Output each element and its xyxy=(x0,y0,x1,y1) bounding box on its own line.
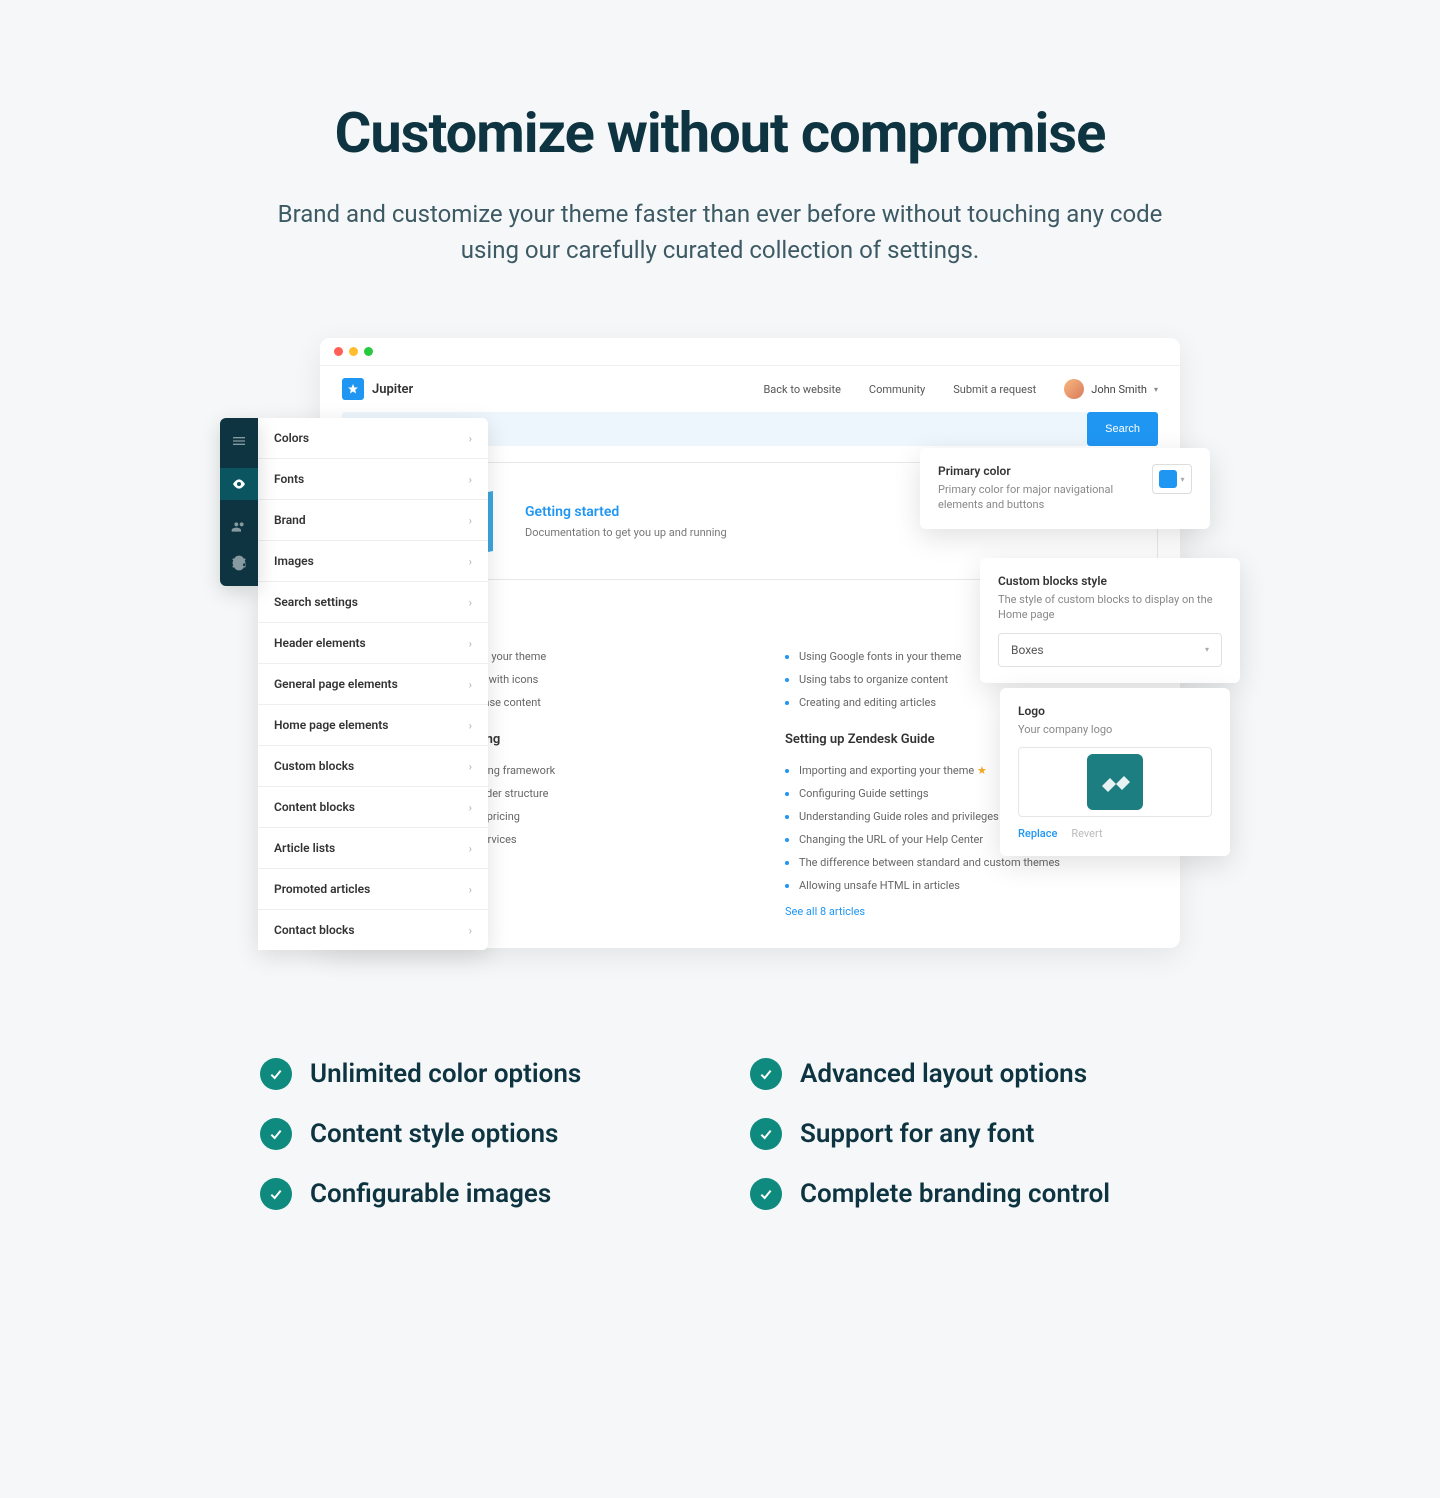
hero-subtitle: Brand and customize your theme faster th… xyxy=(270,196,1170,268)
check-icon xyxy=(260,1058,292,1090)
maximize-dot-icon xyxy=(364,347,373,356)
check-icon xyxy=(750,1178,782,1210)
primary-color-title: Primary color xyxy=(938,464,1138,478)
settings-row-brand[interactable]: Brand› xyxy=(258,500,488,541)
chevron-right-icon: › xyxy=(469,596,472,609)
getting-started-desc: Documentation to get you up and running xyxy=(525,526,727,539)
nav-community[interactable]: Community xyxy=(869,383,925,396)
settings-row-custom-blocks[interactable]: Custom blocks› xyxy=(258,746,488,787)
check-icon xyxy=(750,1058,782,1090)
search-button[interactable]: Search xyxy=(1087,412,1158,446)
settings-row-search[interactable]: Search settings› xyxy=(258,582,488,623)
revert-button[interactable]: Revert xyxy=(1071,827,1102,840)
user-menu[interactable]: John Smith ▾ xyxy=(1064,379,1158,399)
chevron-right-icon: › xyxy=(469,801,472,814)
chevron-right-icon: › xyxy=(469,514,472,527)
chevron-right-icon: › xyxy=(469,678,472,691)
window-titlebar xyxy=(320,338,1180,366)
article-link[interactable]: Allowing unsafe HTML in articles xyxy=(785,874,1150,897)
custom-blocks-select[interactable]: Boxes ▾ xyxy=(998,633,1222,667)
color-swatch-icon xyxy=(1159,470,1177,488)
feature-item: Complete branding control xyxy=(750,1178,1180,1210)
minimize-dot-icon xyxy=(349,347,358,356)
settings-row-header[interactable]: Header elements› xyxy=(258,623,488,664)
site-navbar: Jupiter Back to website Community Submit… xyxy=(320,366,1180,412)
chevron-right-icon: › xyxy=(469,760,472,773)
features-grid: Unlimited color options Advanced layout … xyxy=(260,1058,1180,1210)
feature-item: Content style options xyxy=(260,1118,690,1150)
settings-row-article-lists[interactable]: Article lists› xyxy=(258,828,488,869)
gear-icon[interactable] xyxy=(230,554,248,572)
chevron-right-icon: › xyxy=(469,719,472,732)
list-icon[interactable] xyxy=(230,432,248,450)
check-icon xyxy=(260,1118,292,1150)
replace-button[interactable]: Replace xyxy=(1018,827,1057,840)
settings-row-general-page[interactable]: General page elements› xyxy=(258,664,488,705)
see-all-link[interactable]: See all 8 articles xyxy=(785,905,1150,918)
chevron-right-icon: › xyxy=(469,473,472,486)
custom-blocks-card: Custom blocks style The style of custom … xyxy=(980,558,1240,683)
settings-row-content-blocks[interactable]: Content blocks› xyxy=(258,787,488,828)
illustration: Jupiter Back to website Community Submit… xyxy=(220,338,1220,978)
check-icon xyxy=(750,1118,782,1150)
custom-blocks-title: Custom blocks style xyxy=(998,574,1222,588)
nav-back-to-website[interactable]: Back to website xyxy=(763,383,840,396)
logo-icon xyxy=(1087,754,1143,810)
admin-sidebar xyxy=(220,418,258,586)
eye-icon[interactable] xyxy=(220,468,258,500)
users-icon[interactable] xyxy=(230,518,248,536)
logo-preview xyxy=(1018,747,1212,817)
settings-row-fonts[interactable]: Fonts› xyxy=(258,459,488,500)
feature-item: Advanced layout options xyxy=(750,1058,1180,1090)
chevron-right-icon: › xyxy=(469,883,472,896)
feature-item: Configurable images xyxy=(260,1178,690,1210)
user-name: John Smith xyxy=(1091,383,1147,396)
chevron-down-icon: ▾ xyxy=(1205,645,1209,654)
brand-logo-icon xyxy=(342,378,364,400)
avatar-icon xyxy=(1064,379,1084,399)
color-picker[interactable]: ▾ xyxy=(1152,464,1192,494)
chevron-down-icon: ▾ xyxy=(1154,385,1158,394)
logo-title: Logo xyxy=(1018,704,1212,718)
getting-started-title: Getting started xyxy=(525,504,727,520)
feature-item: Support for any font xyxy=(750,1118,1180,1150)
check-icon xyxy=(260,1178,292,1210)
primary-color-desc: Primary color for major navigational ele… xyxy=(938,482,1138,513)
settings-panel: Colors› Fonts› Brand› Images› Search set… xyxy=(258,418,488,950)
logo-desc: Your company logo xyxy=(1018,722,1212,737)
hero-title: Customize without compromise xyxy=(60,100,1380,166)
chevron-right-icon: › xyxy=(469,924,472,937)
star-icon: ★ xyxy=(977,764,987,777)
close-dot-icon xyxy=(334,347,343,356)
feature-item: Unlimited color options xyxy=(260,1058,690,1090)
brand-name: Jupiter xyxy=(372,382,413,397)
primary-color-card: Primary color Primary color for major na… xyxy=(920,448,1210,529)
chevron-right-icon: › xyxy=(469,842,472,855)
custom-blocks-desc: The style of custom blocks to display on… xyxy=(998,592,1222,623)
settings-row-home-page[interactable]: Home page elements› xyxy=(258,705,488,746)
logo-card: Logo Your company logo Replace Revert xyxy=(1000,688,1230,856)
chevron-right-icon: › xyxy=(469,432,472,445)
settings-row-promoted[interactable]: Promoted articles› xyxy=(258,869,488,910)
nav-submit-request[interactable]: Submit a request xyxy=(953,383,1036,396)
settings-row-colors[interactable]: Colors› xyxy=(258,418,488,459)
settings-row-images[interactable]: Images› xyxy=(258,541,488,582)
chevron-right-icon: › xyxy=(469,555,472,568)
chevron-down-icon: ▾ xyxy=(1180,475,1184,484)
settings-row-contact[interactable]: Contact blocks› xyxy=(258,910,488,950)
chevron-right-icon: › xyxy=(469,637,472,650)
